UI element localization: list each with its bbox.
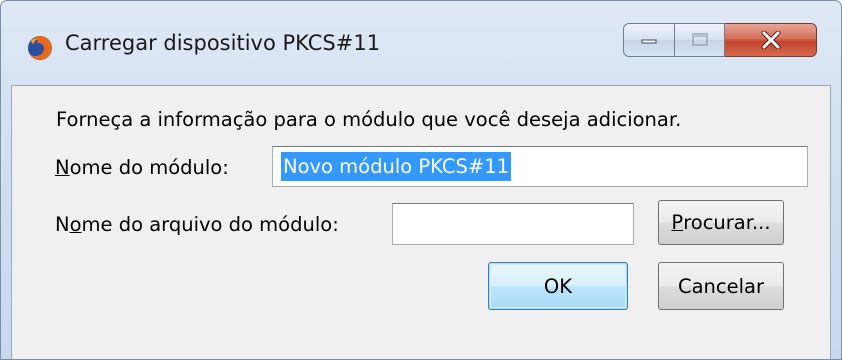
cancel-button[interactable]: Cancelar [658,262,784,310]
intro-text: Forneça a informação para o módulo que v… [56,108,682,131]
close-button[interactable] [725,23,817,57]
module-name-value: Novo módulo PKCS#11 [281,152,512,181]
maximize-button[interactable] [675,23,725,57]
module-name-input[interactable]: Novo módulo PKCS#11 [272,146,808,187]
module-name-label-rest: ome do módulo: [69,156,229,179]
dialog-body: Forneça a informação para o módulo que v… [11,85,831,359]
firefox-icon [28,36,52,60]
title-bar[interactable]: Carregar dispositivo PKCS#11 [1,1,841,85]
module-file-label: Nome do arquivo do módulo: [55,213,339,236]
module-file-input[interactable] [392,203,634,245]
dialog-window: Carregar dispositivo PKCS#11 Forneça a i… [0,0,842,360]
caption-buttons [623,23,817,59]
module-file-label-rest: me do arquivo do módulo: [81,213,339,236]
minimize-icon [641,39,657,44]
module-name-label: Nome do módulo: [55,156,229,179]
browse-button[interactable]: Procurar... [658,200,784,245]
module-file-label-pre: N [55,213,70,236]
minimize-button[interactable] [623,23,675,57]
module-name-label-accel: N [55,156,70,179]
window-title: Carregar dispositivo PKCS#11 [65,31,381,55]
close-icon [761,31,780,49]
browse-button-accel: P [671,211,684,234]
browse-button-rest: rocurar... [683,211,771,234]
ok-button[interactable]: OK [488,262,628,310]
module-file-label-accel: o [69,213,82,236]
maximize-icon [691,33,708,46]
